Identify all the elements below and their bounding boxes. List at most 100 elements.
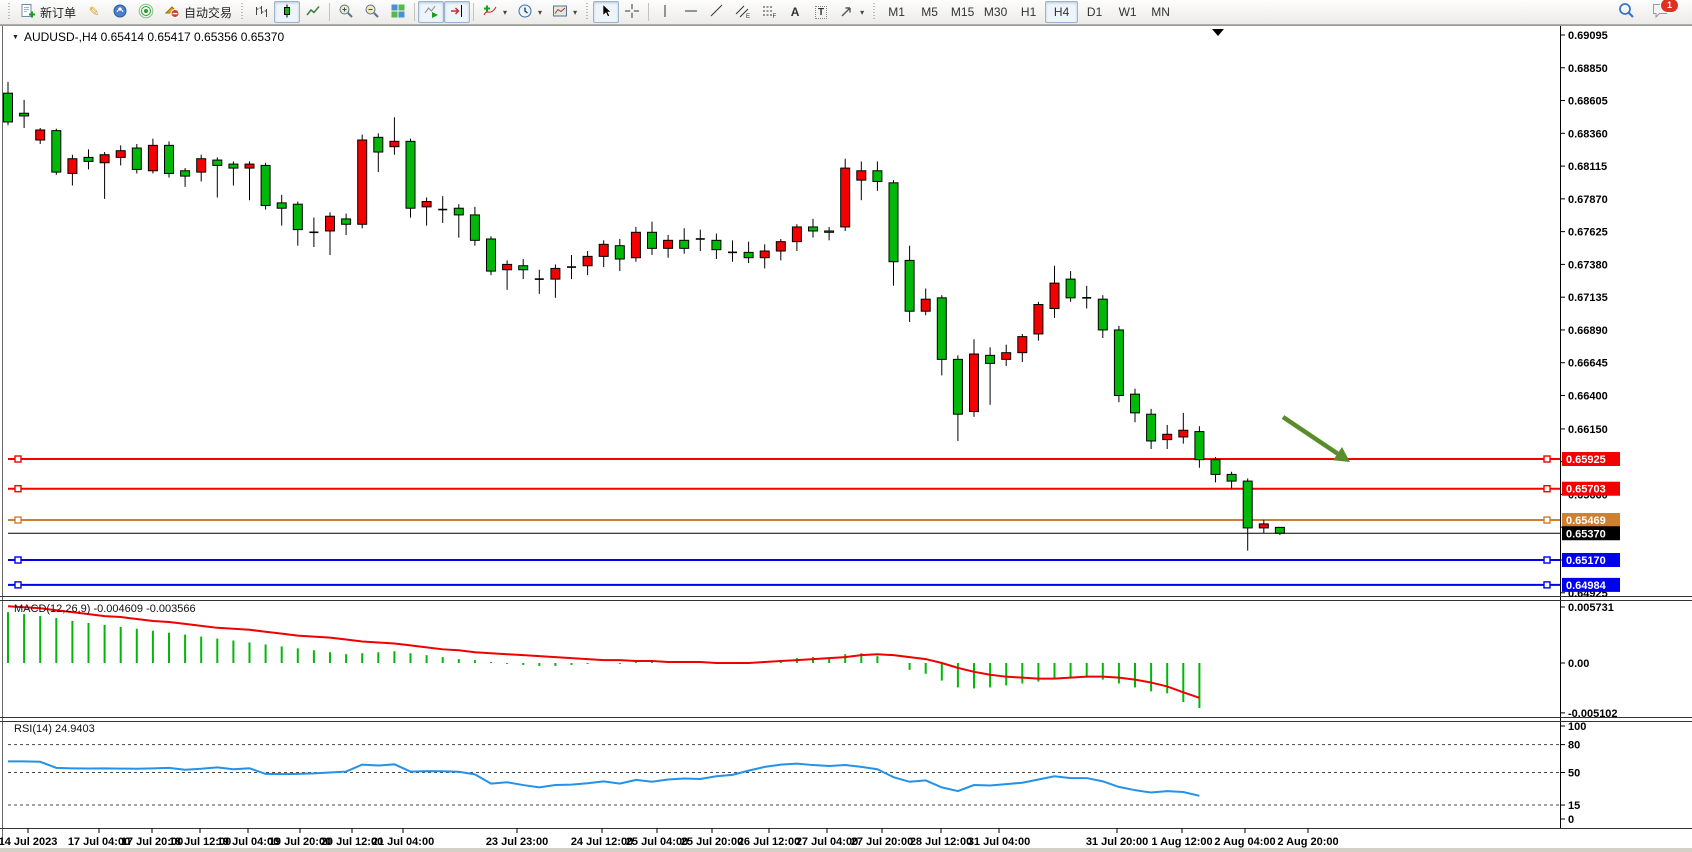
signals-button[interactable] — [133, 1, 159, 23]
svg-text:50: 50 — [1568, 768, 1580, 780]
equidistant-channel-button[interactable]: E — [730, 1, 756, 23]
toolbar-separator — [414, 3, 415, 21]
horizontal-line-button[interactable] — [678, 1, 704, 23]
svg-text:E: E — [746, 14, 750, 19]
cursor-button[interactable] — [593, 1, 619, 23]
indicators-button[interactable]: ▾ — [477, 1, 512, 23]
tab-timeframe-d1[interactable]: D1 — [1078, 1, 1111, 23]
periods-button[interactable]: ▾ — [512, 1, 547, 23]
chart-canvas[interactable]: 0.690950.688500.686050.683600.681150.678… — [0, 25, 1692, 852]
crosshair-button[interactable] — [619, 1, 645, 23]
zoom-out-button[interactable] — [359, 1, 385, 23]
market-button[interactable] — [107, 1, 133, 23]
autotrading-button[interactable]: 自动交易 — [159, 1, 237, 23]
toolbar-separator — [648, 3, 649, 21]
svg-text:27 Jul 04:00: 27 Jul 04:00 — [796, 836, 858, 848]
svg-text:0.65469: 0.65469 — [1566, 515, 1606, 527]
svg-text:0.67135: 0.67135 — [1568, 292, 1608, 304]
zoom-in-button[interactable] — [333, 1, 359, 23]
line-chart-icon — [305, 3, 321, 22]
tab-timeframe-m5[interactable]: M5 — [913, 1, 946, 23]
svg-text:0.66890: 0.66890 — [1568, 325, 1608, 337]
svg-text:0.66400: 0.66400 — [1568, 390, 1608, 402]
bar-chart-button[interactable] — [248, 1, 274, 23]
notification-badge: 1 — [1660, 0, 1679, 13]
svg-text:2 Aug 04:00: 2 Aug 04:00 — [1214, 836, 1275, 848]
svg-text:21 Jul 04:00: 21 Jul 04:00 — [372, 836, 434, 848]
svg-text:-0.005102: -0.005102 — [1568, 708, 1618, 720]
tab-timeframe-mn[interactable]: MN — [1144, 1, 1177, 23]
autotrading-label: 自动交易 — [184, 4, 232, 21]
candlestick-button[interactable] — [274, 1, 300, 23]
toolbar-grip — [6, 3, 13, 21]
new-order-button[interactable]: 新订单 — [15, 1, 81, 23]
chevron-down-icon: ▾ — [860, 8, 864, 17]
tab-timeframe-m30[interactable]: M30 — [979, 1, 1012, 23]
line-chart-button[interactable] — [300, 1, 326, 23]
toolbar-grip — [871, 3, 878, 21]
market-icon — [112, 3, 128, 22]
svg-text:0.67625: 0.67625 — [1568, 227, 1608, 239]
svg-text:0.65170: 0.65170 — [1566, 555, 1606, 567]
trendline-button[interactable] — [704, 1, 730, 23]
svg-text:F: F — [773, 14, 777, 19]
tile-windows-icon — [390, 3, 406, 22]
svg-text:0.65370: 0.65370 — [1566, 528, 1606, 540]
text-label-icon: T — [815, 6, 827, 19]
cursor-icon — [598, 3, 614, 22]
channel-icon: E — [735, 3, 751, 22]
text-label-button[interactable]: T — [808, 1, 834, 23]
svg-text:0.68850: 0.68850 — [1568, 63, 1608, 75]
svg-text:0.68605: 0.68605 — [1568, 96, 1608, 108]
mt4-window: 新订单 ✎ 自动交易 — [0, 0, 1692, 852]
metaeditor-button[interactable]: ✎ — [81, 1, 107, 23]
indicators-icon — [482, 3, 498, 22]
autoscroll-icon — [423, 3, 439, 22]
svg-text:28 Jul 12:00: 28 Jul 12:00 — [910, 836, 972, 848]
tab-timeframe-m15[interactable]: M15 — [946, 1, 979, 23]
search-button[interactable] — [1613, 1, 1640, 23]
svg-text:0.68115: 0.68115 — [1568, 161, 1607, 173]
arrows-icon — [839, 3, 855, 22]
chart-title-bar: ▼ AUDUSD-,H4 0.65414 0.65417 0.65356 0.6… — [12, 30, 284, 44]
macd-indicator-label: MACD(12,26,9) -0.004609 -0.003566 — [14, 603, 196, 615]
svg-text:31 Jul 04:00: 31 Jul 04:00 — [968, 836, 1030, 848]
svg-text:0.65703: 0.65703 — [1566, 484, 1606, 496]
svg-text:0.66150: 0.66150 — [1568, 424, 1608, 436]
templates-icon — [552, 3, 568, 22]
tab-timeframe-w1[interactable]: W1 — [1111, 1, 1144, 23]
svg-text:23 Jul 23:00: 23 Jul 23:00 — [486, 836, 548, 848]
toolbar-separator — [473, 3, 474, 21]
chevron-down-icon: ▾ — [573, 8, 577, 17]
svg-text:26 Jul 12:00: 26 Jul 12:00 — [738, 836, 800, 848]
metaeditor-icon: ✎ — [89, 6, 100, 19]
svg-text:0.65925: 0.65925 — [1566, 454, 1606, 466]
chart-shift-button[interactable] — [444, 1, 470, 23]
chevron-down-icon: ▾ — [503, 8, 507, 17]
svg-text:0.005731: 0.005731 — [1568, 602, 1614, 614]
tile-windows-button[interactable] — [385, 1, 411, 23]
tab-timeframe-h1[interactable]: H1 — [1012, 1, 1045, 23]
arrows-button[interactable]: ▾ — [834, 1, 869, 23]
svg-text:0.00: 0.00 — [1568, 658, 1589, 670]
svg-text:0.68360: 0.68360 — [1568, 128, 1608, 140]
fibonacci-button[interactable]: F — [756, 1, 782, 23]
svg-text:24 Jul 12:00: 24 Jul 12:00 — [571, 836, 633, 848]
collapse-triangle-icon[interactable]: ▼ — [12, 34, 19, 41]
fibonacci-icon: F — [761, 3, 777, 22]
text-button[interactable]: A — [782, 1, 808, 23]
toolbar-grip — [584, 3, 591, 21]
vertical-line-button[interactable] — [652, 1, 678, 23]
search-icon — [1618, 2, 1635, 22]
svg-text:25 Jul 20:00: 25 Jul 20:00 — [681, 836, 743, 848]
autoscroll-button[interactable] — [418, 1, 444, 23]
crosshair-icon — [624, 3, 640, 22]
svg-text:0.64984: 0.64984 — [1566, 580, 1607, 592]
tab-timeframe-m1[interactable]: M1 — [880, 1, 913, 23]
templates-button[interactable]: ▾ — [547, 1, 582, 23]
text-icon: A — [791, 5, 800, 19]
tab-timeframe-h4[interactable]: H4 — [1045, 1, 1078, 23]
svg-text:27 Jul 20:00: 27 Jul 20:00 — [851, 836, 913, 848]
notifications-button[interactable]: 1 — [1646, 1, 1674, 23]
trendline-icon — [709, 3, 725, 22]
